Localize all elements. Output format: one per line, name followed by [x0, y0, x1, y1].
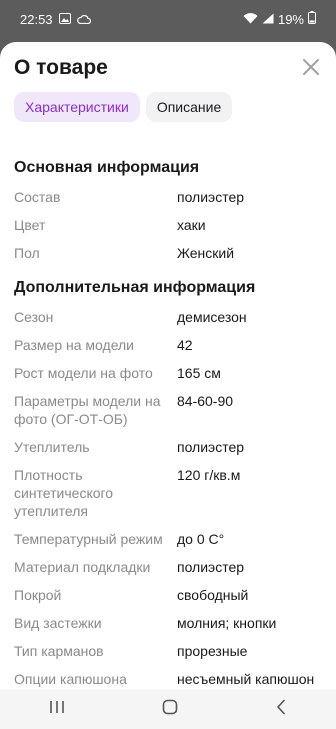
- spec-value: хаки: [177, 217, 206, 233]
- spec-value: 165 см: [177, 365, 221, 381]
- spec-key: Покрой: [14, 587, 62, 603]
- tabs: Характеристики Описание: [14, 92, 233, 122]
- spec-key: Рост модели на фото: [14, 365, 153, 381]
- spec-key: Опции капюшона: [14, 671, 127, 687]
- gallery-notification-icon: [58, 12, 71, 27]
- spec-row: Размер на модели 42: [14, 331, 322, 359]
- spec-row: Вид застежки молния; кнопки: [14, 609, 322, 637]
- spec-row: Температурный режим до 0 С°: [14, 525, 322, 553]
- characteristics-content: Основная информация Состав полиэстер Цвет…: [14, 155, 322, 689]
- status-time: 22:53: [20, 11, 53, 27]
- spec-row: Параметры модели на фото (ОГ-ОТ-ОБ) 84-60…: [14, 387, 322, 433]
- product-info-sheet: О товаре Характеристики Описание Основна…: [0, 42, 336, 689]
- home-button[interactable]: [162, 699, 178, 720]
- spec-row: Плотность синтетического утеплителя 120 г…: [14, 461, 322, 525]
- section-main-info: Основная информация Состав полиэстер Цвет…: [14, 155, 322, 267]
- close-button[interactable]: [302, 58, 320, 76]
- tab-characteristics[interactable]: Характеристики: [14, 92, 140, 122]
- section-title: Основная информация: [14, 159, 200, 176]
- wifi-icon: [243, 12, 258, 27]
- sheet-title: О товаре: [14, 56, 108, 79]
- spec-row: Материал подкладки полиэстер: [14, 553, 322, 581]
- spec-value: несъемный капюшон: [177, 671, 315, 687]
- spec-row: Сезон демисезон: [14, 303, 322, 331]
- spec-key: Вид застежки: [14, 615, 102, 631]
- spec-value: прорезные: [177, 643, 248, 659]
- spec-value: полиэстер: [177, 189, 245, 205]
- spec-value: до 0 С°: [177, 531, 225, 547]
- spec-row: Тип карманов прорезные: [14, 637, 322, 665]
- cloud-icon: [76, 12, 91, 27]
- battery-icon: [308, 11, 316, 27]
- spec-value: молния; кнопки: [177, 615, 277, 631]
- spec-value: 42: [177, 337, 193, 353]
- spec-value: демисезон: [177, 309, 247, 325]
- spec-value: 120 г/кв.м: [177, 467, 241, 483]
- back-button[interactable]: [275, 699, 287, 720]
- spec-row: Состав полиэстер: [14, 183, 322, 211]
- recent-apps-icon: [49, 700, 64, 713]
- spec-value: полиэстер: [177, 439, 245, 455]
- recent-apps-button[interactable]: [49, 700, 65, 719]
- spec-key: Состав: [14, 189, 61, 205]
- spec-value: 84-60-90: [177, 393, 234, 409]
- spec-key: Утеплитель: [14, 439, 90, 455]
- spec-key: Параметры модели на фото (ОГ-ОТ-ОБ): [14, 393, 161, 427]
- spec-value: Женский: [177, 245, 235, 261]
- status-bar: 22:53 19%: [0, 0, 336, 38]
- spec-key: Сезон: [14, 309, 54, 325]
- section-additional-info: Дополнительная информация Сезон демисезон…: [14, 275, 322, 689]
- section-title: Дополнительная информация: [14, 279, 256, 296]
- spec-key: Пол: [14, 245, 40, 261]
- spec-key: Плотность синтетического утеплителя: [14, 467, 114, 519]
- spec-row: Утеплитель полиэстер: [14, 433, 322, 461]
- close-icon: [303, 59, 319, 75]
- spec-row: Покрой свободный: [14, 581, 322, 609]
- spec-row: Опции капюшона несъемный капюшон: [14, 665, 322, 689]
- spec-row: Цвет хаки: [14, 211, 322, 239]
- home-icon: [162, 699, 178, 714]
- spec-key: Материал подкладки: [14, 559, 151, 575]
- spec-row: Рост модели на фото 165 см: [14, 359, 322, 387]
- signal-icon: [262, 12, 274, 27]
- spec-key: Тип карманов: [14, 643, 104, 659]
- spec-key: Цвет: [14, 217, 46, 233]
- spec-key: Температурный режим: [14, 531, 163, 547]
- spec-value: полиэстер: [177, 559, 245, 575]
- back-chevron-icon: [277, 699, 286, 714]
- tab-description[interactable]: Описание: [145, 92, 233, 122]
- battery-percent: 19%: [277, 11, 304, 27]
- spec-key: Размер на модели: [14, 337, 134, 353]
- spec-row: Пол Женский: [14, 239, 322, 267]
- spec-value: свободный: [177, 587, 249, 603]
- system-navigation-bar: [0, 689, 336, 729]
